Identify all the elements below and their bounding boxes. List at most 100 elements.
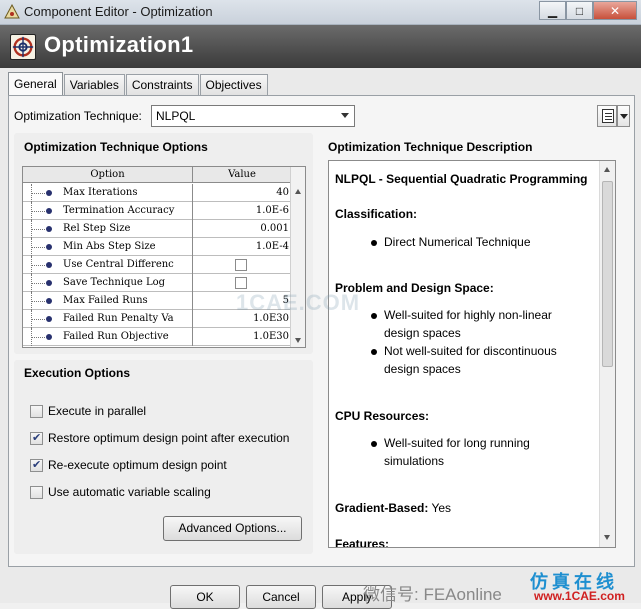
option-name: Save Technique Log (63, 277, 166, 288)
ok-button[interactable]: OK (170, 585, 240, 609)
restore-optimum-checkbox[interactable] (30, 431, 43, 445)
table-header: Option Value (23, 167, 291, 183)
gradient-line: Gradient-Based: Yes (335, 501, 451, 515)
scroll-down-icon[interactable] (295, 338, 301, 343)
option-value[interactable]: 1.0E30 (194, 331, 289, 342)
options-scrollbar[interactable] (290, 167, 305, 347)
save-technique-log-checkbox[interactable] (235, 277, 247, 289)
table-row[interactable]: Use Central Differenc (23, 256, 291, 274)
bullet-icon (46, 334, 52, 340)
scroll-up-icon[interactable] (295, 189, 301, 194)
minimize-button[interactable]: ▁ (539, 1, 566, 20)
option-value[interactable]: 0.001 (194, 223, 289, 234)
option-name: Max Iterations (63, 187, 138, 198)
bullet-icon (46, 298, 52, 304)
option-name: Failed Run Objective (63, 331, 169, 342)
description-scrollbar[interactable] (599, 161, 615, 547)
problem-item: Not well-suited for discontinuous design… (384, 344, 557, 376)
technique-select[interactable]: NLPQL (151, 105, 355, 127)
description-title: Optimization Technique Description (328, 140, 533, 154)
column-value: Value (228, 169, 256, 180)
auto-scaling-option[interactable]: Use automatic variable scaling (30, 484, 211, 500)
advanced-options-button[interactable]: Advanced Options... (163, 516, 302, 541)
scroll-thumb[interactable] (602, 181, 613, 367)
watermark-center: 1CAE.COM (236, 290, 361, 315)
app-icon (4, 4, 20, 19)
bullet-icon (371, 313, 377, 319)
use-central-difference-checkbox[interactable] (235, 259, 247, 271)
execute-parallel-label: Execute in parallel (48, 404, 147, 418)
table-row[interactable]: Rel Step Size 0.001 (23, 220, 291, 238)
classification-item: Direct Numerical Technique (384, 235, 531, 249)
restore-optimum-option[interactable]: Restore optimum design point after execu… (30, 430, 289, 446)
gradient-label: Gradient-Based: (335, 501, 429, 515)
table-row[interactable]: Failed Run Objective 1.0E30 (23, 328, 291, 346)
options-table[interactable]: Option Value Max Iterations 40 Terminati… (22, 166, 306, 348)
execute-parallel-option[interactable]: Execute in parallel (30, 403, 146, 419)
bullet-icon (46, 280, 52, 286)
classification-label: Classification: (335, 207, 418, 221)
option-name: Min Abs Step Size (63, 241, 156, 252)
auto-scaling-checkbox[interactable] (30, 485, 43, 499)
execute-parallel-checkbox[interactable] (30, 404, 43, 418)
bullet-icon (371, 441, 377, 447)
reexecute-optimum-checkbox[interactable] (30, 458, 43, 472)
window-title: Component Editor - Optimization (24, 4, 213, 19)
problem-item: Well-suited for highly non-linear design… (384, 308, 552, 340)
tab-constraints[interactable]: Constraints (125, 74, 199, 96)
watermark-site: www.1CAE.com (534, 589, 625, 603)
technique-description: NLPQL - Sequential Quadratic Programming… (328, 160, 616, 548)
execution-options-title: Execution Options (24, 366, 131, 380)
option-value[interactable]: 1.0E-4 (194, 241, 289, 252)
chevron-down-icon (341, 113, 349, 118)
bullet-icon (371, 240, 377, 246)
bullet-icon (46, 208, 52, 214)
document-menu-arrow[interactable] (617, 105, 630, 127)
option-name: Max Failed Runs (63, 295, 148, 306)
description-heading: NLPQL - Sequential Quadratic Programming (335, 172, 588, 186)
table-row[interactable]: Min Abs Step Size 1.0E-4 (23, 238, 291, 256)
component-editor-window: Component Editor - Optimization ▁ □ ✕ Op… (0, 0, 641, 609)
option-value[interactable]: 1.0E-6 (194, 205, 289, 216)
option-name: Rel Step Size (63, 223, 131, 234)
gradient-value: Yes (428, 501, 452, 515)
technique-value: NLPQL (156, 109, 196, 123)
tab-variables[interactable]: Variables (63, 74, 125, 96)
title-bar[interactable]: Component Editor - Optimization ▁ □ ✕ (0, 0, 641, 25)
cpu-item: Well-suited for long running simulations (384, 436, 530, 468)
tab-general[interactable]: General (8, 72, 63, 96)
scroll-down-icon[interactable] (604, 535, 610, 540)
technique-label: Optimization Technique: (14, 109, 142, 123)
option-name: Termination Accuracy (63, 205, 175, 216)
column-option: Option (23, 167, 193, 183)
table-row[interactable]: Termination Accuracy 1.0E-6 (23, 202, 291, 220)
watermark-wechat: 微信号: FEAonline (363, 585, 502, 604)
bullet-icon (371, 349, 377, 355)
option-name: Failed Run Penalty Va (63, 313, 174, 324)
bullet-icon (46, 316, 52, 322)
technique-options-title: Optimization Technique Options (24, 140, 208, 154)
bullet-icon (46, 244, 52, 250)
bullet-icon (46, 226, 52, 232)
tab-bar: General Variables Constraints Objectives (8, 72, 269, 96)
window-controls: ▁ □ ✕ (539, 1, 637, 21)
bullet-icon (46, 262, 52, 268)
option-value[interactable]: 40 (194, 187, 289, 198)
component-title: Optimization1 (44, 32, 194, 57)
table-row[interactable]: Max Iterations 40 (23, 184, 291, 202)
tab-objectives[interactable]: Objectives (199, 74, 268, 96)
restore-optimum-label: Restore optimum design point after execu… (48, 431, 290, 445)
maximize-button[interactable]: □ (566, 1, 593, 20)
cancel-button[interactable]: Cancel (246, 585, 316, 609)
auto-scaling-label: Use automatic variable scaling (48, 485, 211, 499)
features-label: Features: (335, 537, 390, 548)
reexecute-optimum-option[interactable]: Re-execute optimum design point (30, 457, 227, 473)
document-button[interactable] (597, 105, 617, 127)
scroll-up-icon[interactable] (604, 167, 610, 172)
component-header: Optimization1 (0, 25, 641, 68)
bullet-icon (46, 190, 52, 196)
document-icon (602, 109, 614, 123)
cpu-label: CPU Resources: (335, 409, 430, 423)
close-button[interactable]: ✕ (593, 1, 637, 20)
option-name: Use Central Differenc (63, 259, 174, 270)
